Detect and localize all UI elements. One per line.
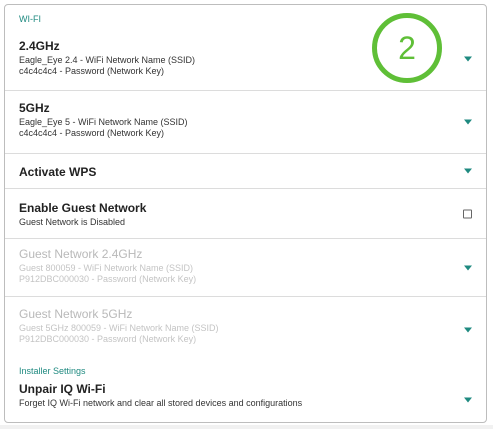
enable-guest-network-row[interactable]: Enable Guest Network Guest Network is Di… [5,189,486,239]
chevron-down-icon[interactable] [464,397,472,403]
guest-5ghz-password: P912DBC000030 - Password (Network Key) [19,334,197,344]
guest-network-24ghz-row: Guest Network 2.4GHz Guest 800059 - WiFi… [5,239,486,297]
enable-guest-network-title: Enable Guest Network [19,201,147,215]
guest-5ghz-ssid: Guest 5GHz 800059 - WiFi Network Name (S… [19,323,219,333]
wifi-5ghz-row[interactable]: 5GHz Eagle_Eye 5 - WiFi Network Name (SS… [5,91,486,154]
settings-panel: WI-FI 2.4GHz Eagle_Eye 2.4 - WiFi Networ… [4,4,487,423]
guest-24ghz-title: Guest Network 2.4GHz [19,247,143,261]
guest-24ghz-ssid: Guest 800059 - WiFi Network Name (SSID) [19,263,194,273]
chevron-down-icon [464,265,472,270]
wifi-5ghz-ssid: Eagle_Eye 5 - WiFi Network Name (SSID) [19,117,188,127]
activate-wps-row[interactable]: Activate WPS [5,154,486,189]
wifi-5ghz-password: c4c4c4c4 - Password (Network Key) [19,128,165,138]
guest-network-status: Guest Network is Disabled [19,217,126,227]
step-number: 2 [398,29,416,66]
activate-wps-title: Activate WPS [19,165,97,179]
chevron-down-icon[interactable] [464,56,472,61]
unpair-iq-wifi-description: Forget IQ Wi-Fi network and clear all st… [19,398,303,408]
chevron-down-icon[interactable] [464,119,472,125]
section-header-installer: Installer Settings [19,366,86,376]
wifi-5ghz-title: 5GHz [19,101,50,115]
guest-5ghz-title: Guest Network 5GHz [19,307,133,321]
bottom-bar [0,425,493,429]
guest-24ghz-password: P912DBC000030 - Password (Network Key) [19,274,197,284]
chevron-down-icon[interactable] [464,168,472,174]
unpair-iq-wifi-row[interactable]: Unpair IQ Wi-Fi Forget IQ Wi-Fi network … [5,380,486,420]
guest-network-5ghz-row: Guest Network 5GHz Guest 5GHz 800059 - W… [5,297,486,362]
checkbox-icon[interactable] [463,209,472,218]
unpair-iq-wifi-title: Unpair IQ Wi-Fi [19,382,106,396]
chevron-down-icon [464,327,472,332]
step-number-badge: 2 [372,13,442,83]
